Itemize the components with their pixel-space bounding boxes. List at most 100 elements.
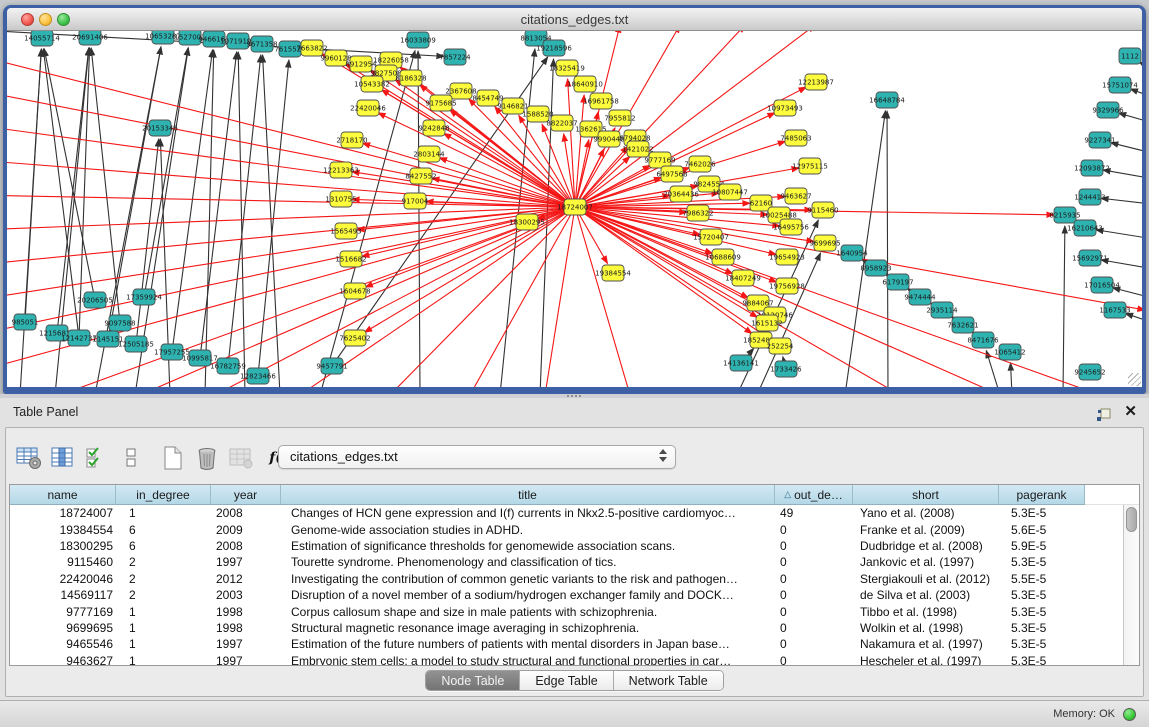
- column-header-title[interactable]: title: [281, 485, 775, 505]
- graph-node[interactable]: 9245652: [1074, 364, 1105, 380]
- table-row[interactable]: 911546021997Tourette syndrome. Phenomeno…: [10, 554, 1139, 570]
- table-row[interactable]: 977716911998Corpus callosum shape and si…: [10, 603, 1139, 619]
- graph-node[interactable]: 7857224: [439, 49, 471, 65]
- window-resize-grip[interactable]: [1128, 373, 1141, 386]
- column-visibility-icon[interactable]: [48, 443, 78, 473]
- graph-node[interactable]: 8186328: [395, 70, 426, 86]
- graph-node[interactable]: 1310755: [325, 191, 356, 207]
- graph-node[interactable]: 9242848: [418, 120, 449, 136]
- graph-node[interactable]: 15720407: [693, 229, 729, 245]
- row-options-icon[interactable]: [116, 443, 146, 473]
- table-row[interactable]: 1872400712008Changes of HCN gene express…: [10, 505, 1139, 521]
- graph-node[interactable]: 19756928: [769, 278, 805, 294]
- tab-node-table[interactable]: Node Table: [426, 671, 520, 690]
- graph-node[interactable]: 9699695: [809, 235, 840, 251]
- graph-node[interactable]: 9457791: [316, 358, 347, 374]
- delete-column-icon[interactable]: [192, 443, 222, 473]
- graph-node[interactable]: 12975115: [792, 158, 828, 174]
- graph-node[interactable]: 16961758: [583, 93, 619, 109]
- column-header-out_de[interactable]: △out_de…: [775, 485, 853, 505]
- column-header-year[interactable]: year: [211, 485, 281, 505]
- graph-node[interactable]: 1565493: [330, 223, 361, 239]
- column-header-name[interactable]: name: [10, 485, 116, 505]
- graph-node[interactable]: 19384554: [595, 265, 631, 281]
- network-window-titlebar[interactable]: citations_edges.txt: [7, 8, 1142, 31]
- delete-table-icon[interactable]: [226, 443, 256, 473]
- graph-node[interactable]: 1112: [1119, 48, 1141, 64]
- graph-node[interactable]: 1065412: [994, 344, 1025, 360]
- graph-node[interactable]: 18325419: [549, 60, 585, 76]
- graph-node[interactable]: 12093872: [1074, 160, 1110, 176]
- graph-node[interactable]: 8822037: [546, 115, 577, 131]
- graph-node[interactable]: 17359924: [126, 289, 162, 305]
- vertical-scrollbar[interactable]: [1123, 505, 1139, 665]
- graph-node[interactable]: 8471676: [967, 332, 999, 348]
- graph-node[interactable]: 2718170: [336, 132, 367, 148]
- graph-nodes[interactable]: 1872400714055714206914061065328715270029…: [12, 31, 1141, 384]
- graph-node[interactable]: 985051: [12, 314, 39, 330]
- graph-node[interactable]: 12213987: [798, 74, 834, 90]
- graph-node[interactable]: 7632621: [947, 317, 978, 333]
- graph-node[interactable]: 252254: [767, 338, 794, 354]
- graph-node[interactable]: 8427552: [405, 168, 436, 184]
- graph-node[interactable]: 19654923: [769, 249, 805, 265]
- graph-node[interactable]: 1516682: [335, 251, 366, 267]
- graph-node[interactable]: 16033809: [400, 32, 436, 48]
- graph-node[interactable]: 15692971: [1072, 250, 1108, 266]
- table-row[interactable]: 1938455462009Genome-wide association stu…: [10, 521, 1139, 537]
- graph-node[interactable]: 9115460: [807, 202, 838, 218]
- graph-node[interactable]: 6179197: [882, 274, 913, 290]
- graph-node[interactable]: 7986322: [682, 205, 713, 221]
- table-row[interactable]: 1456911722003Disruption of a novel membe…: [10, 587, 1139, 603]
- graph-node[interactable]: 7955812: [604, 110, 635, 126]
- graph-node[interactable]: 16648784: [869, 92, 905, 108]
- graph-node[interactable]: 7485063: [780, 130, 811, 146]
- graph-node[interactable]: 12213363: [323, 162, 359, 178]
- graph-node[interactable]: 6497568: [656, 166, 687, 182]
- graph-node[interactable]: 9463627: [780, 188, 811, 204]
- graph-node[interactable]: 1615132: [751, 315, 782, 331]
- graph-node[interactable]: 1244413: [1074, 189, 1105, 205]
- graph-node[interactable]: 9474444: [904, 289, 936, 305]
- graph-node[interactable]: 8958923: [860, 260, 891, 276]
- table-row[interactable]: 946554611997Estimation of the future num…: [10, 636, 1139, 652]
- graph-node[interactable]: 17016504: [1084, 277, 1120, 293]
- scrollbar-thumb[interactable]: [1126, 507, 1137, 532]
- graph-node[interactable]: 14136141: [723, 355, 759, 371]
- memory-ok-indicator[interactable]: [1123, 708, 1136, 721]
- column-header-in_degree[interactable]: in_degree: [116, 485, 211, 505]
- graph-node[interactable]: 7462026: [684, 156, 716, 172]
- float-panel-icon[interactable]: [1096, 405, 1111, 420]
- table-row[interactable]: 969969511998Structural magnetic resonanc…: [10, 620, 1139, 636]
- graph-node[interactable]: 9329966: [1092, 102, 1124, 118]
- network-canvas[interactable]: 1872400714055714206914061065328715270029…: [7, 31, 1142, 387]
- table-settings-icon[interactable]: [14, 443, 44, 473]
- select-columns-icon[interactable]: [82, 443, 112, 473]
- graph-node[interactable]: 1733426: [770, 361, 802, 377]
- graph-node[interactable]: 1604678: [339, 283, 370, 299]
- column-header-pagerank[interactable]: pagerank: [999, 485, 1085, 505]
- tab-edge-table[interactable]: Edge Table: [520, 671, 613, 690]
- create-column-icon[interactable]: [158, 443, 188, 473]
- table-row[interactable]: 1830029562008Estimation of significance …: [10, 538, 1139, 554]
- network-graph-svg[interactable]: 1872400714055714206914061065328715270029…: [7, 31, 1142, 387]
- graph-node[interactable]: 2935114: [926, 302, 958, 318]
- column-header-short[interactable]: short: [853, 485, 999, 505]
- table-row[interactable]: 946362711997Embryonic stem cells: a mode…: [10, 653, 1139, 666]
- graph-node[interactable]: 9671358: [246, 36, 277, 52]
- graph-node[interactable]: 2803144: [413, 146, 445, 162]
- graph-node[interactable]: 9097588: [104, 315, 135, 331]
- graph-node[interactable]: 20691406: [72, 31, 108, 45]
- table-row[interactable]: 2242004622012Investigating the contribut…: [10, 571, 1139, 587]
- graph-node[interactable]: 9175685: [425, 95, 456, 111]
- graph-node[interactable]: 917004: [402, 193, 429, 209]
- table-selector-dropdown[interactable]: citations_edges.txt: [278, 445, 676, 469]
- graph-node[interactable]: 10688609: [705, 249, 741, 265]
- graph-node[interactable]: 20206505: [77, 292, 113, 308]
- close-panel-icon[interactable]: ✕: [1124, 402, 1137, 422]
- tab-network-table[interactable]: Network Table: [614, 671, 723, 690]
- graph-node[interactable]: 7625402: [339, 330, 370, 346]
- graph-node[interactable]: 18640910: [567, 76, 603, 92]
- graph-node[interactable]: 9227341: [1084, 132, 1115, 148]
- graph-node[interactable]: 15751074: [1102, 77, 1138, 93]
